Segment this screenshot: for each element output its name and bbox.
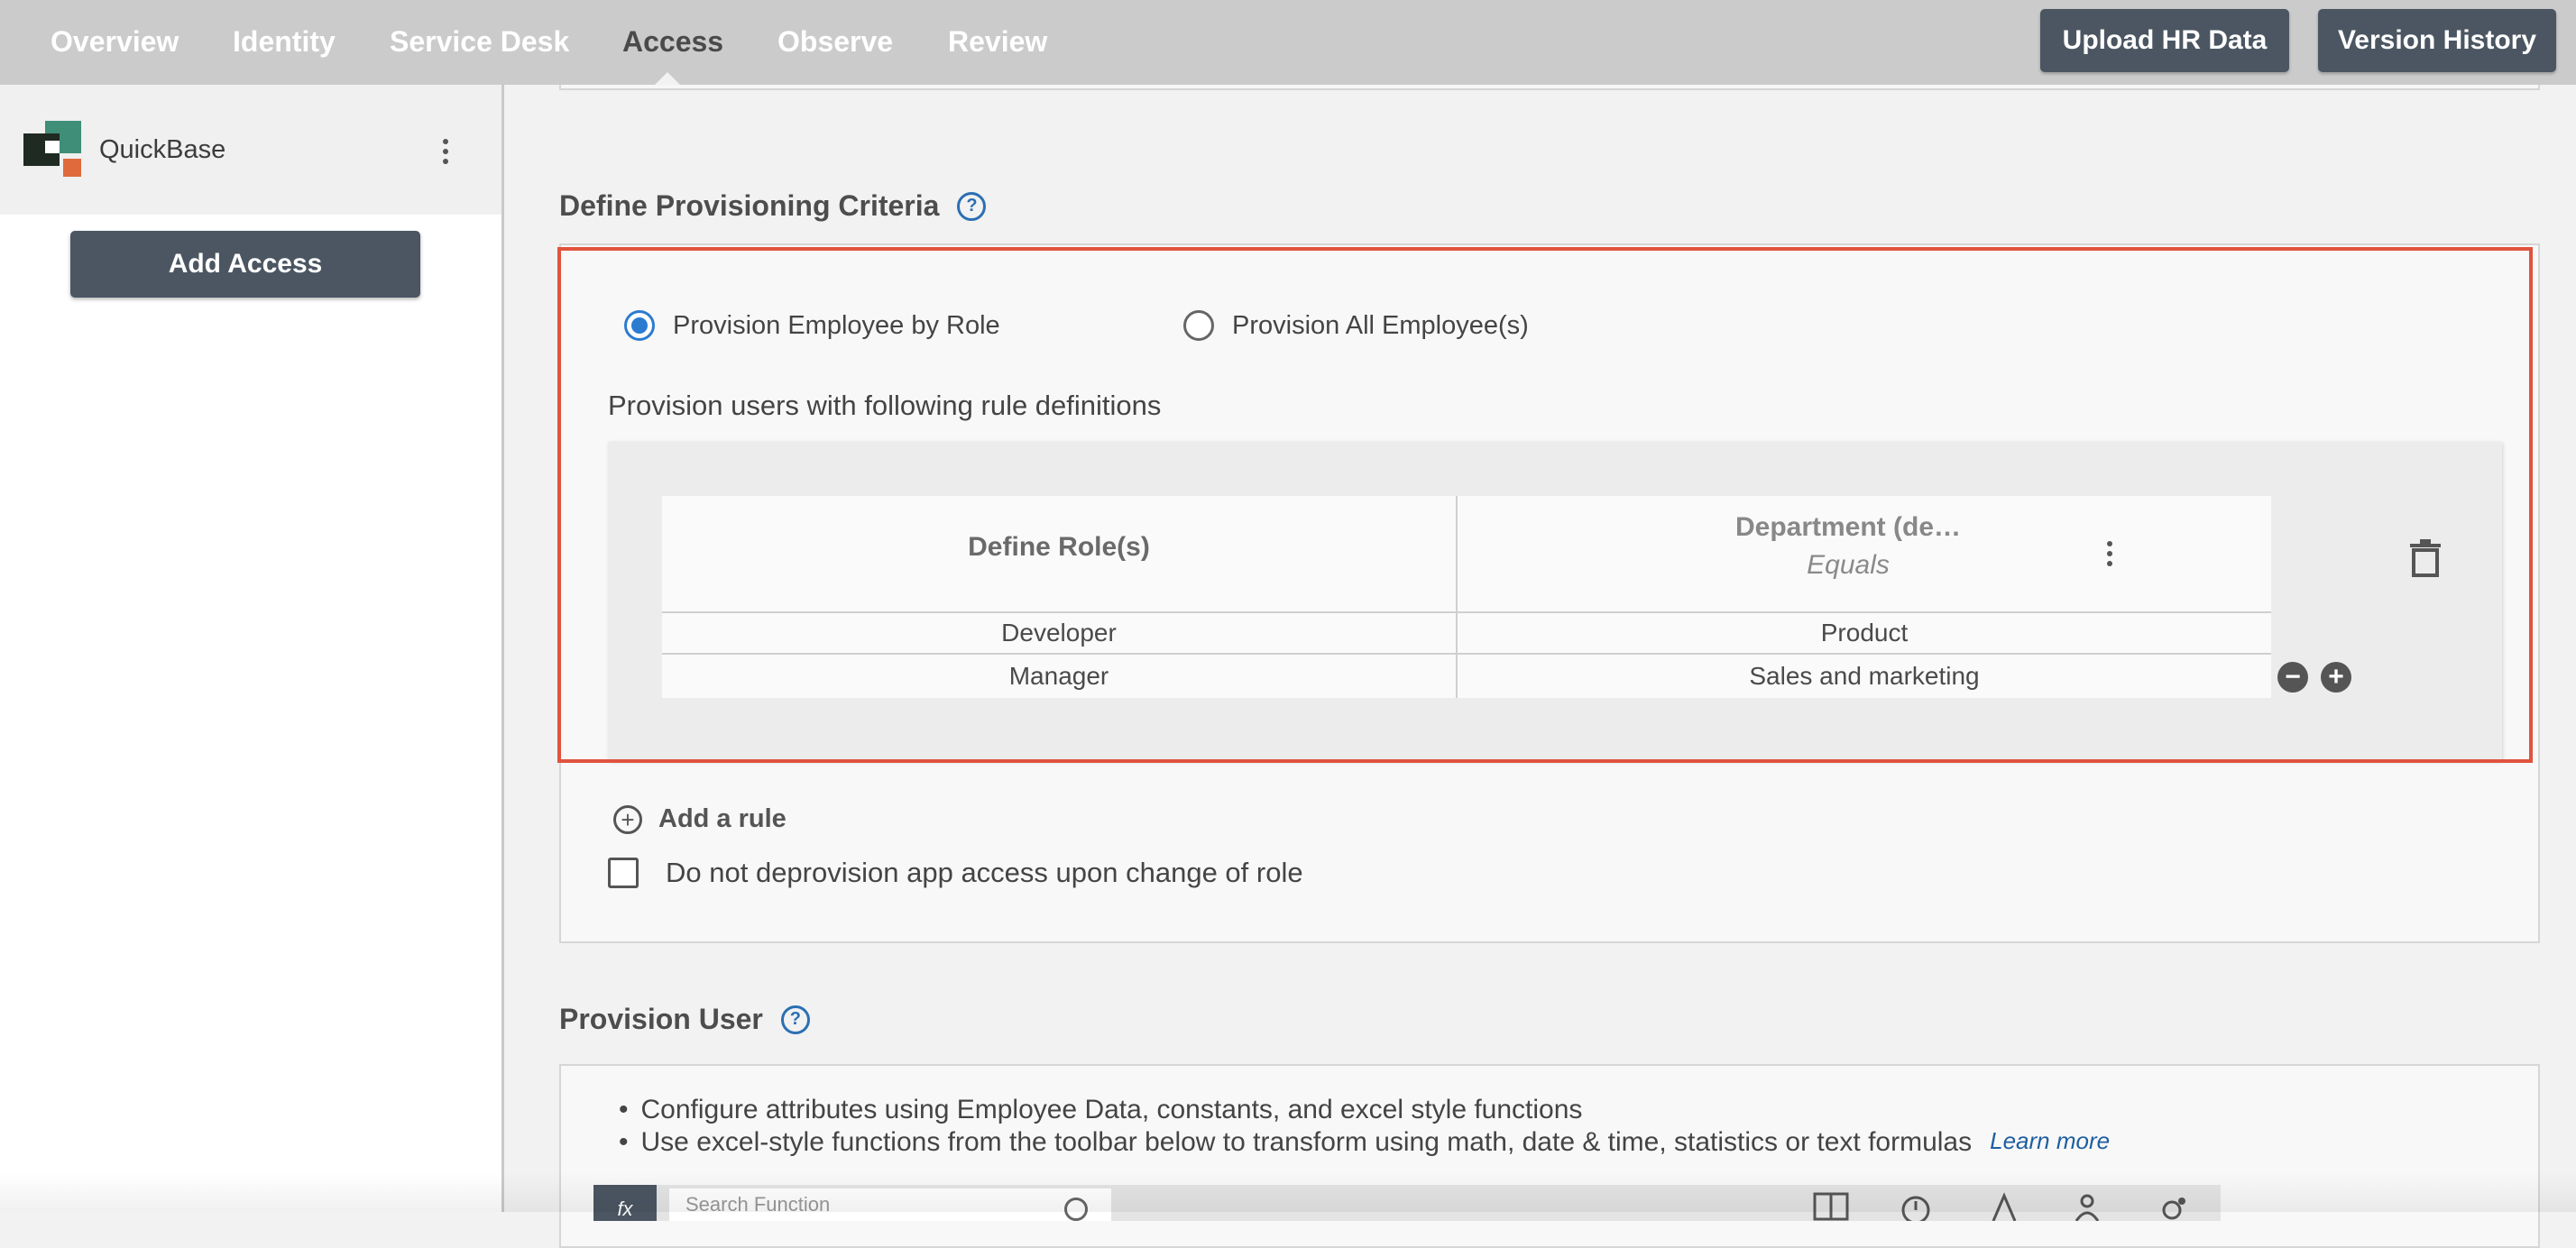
function-search-input[interactable]: Search Function: [669, 1188, 1111, 1221]
function-toolbar: fx Search Function: [593, 1185, 2221, 1221]
info-bullet-2-text: Use excel-style functions from the toolb…: [640, 1127, 1973, 1157]
attribute-operator: Equals: [1807, 550, 1890, 580]
column-options-icon[interactable]: [2107, 541, 2112, 566]
add-rule-button[interactable]: + Add a rule: [613, 804, 787, 834]
row-1-role[interactable]: Developer: [662, 619, 1456, 647]
app-header: QuickBase: [0, 85, 501, 215]
radio-button-selected[interactable]: [624, 310, 655, 341]
rule-definitions-heading: Provision users with following rule defi…: [608, 390, 1162, 421]
row-divider: [662, 611, 2271, 613]
row-1-value[interactable]: Product: [1458, 619, 2271, 647]
learn-more-link[interactable]: Learn more: [1990, 1127, 2110, 1158]
radio-provision-by-role-label: Provision Employee by Role: [673, 310, 1000, 340]
tab-service-desk[interactable]: Service Desk: [390, 25, 569, 59]
remove-row-icon[interactable]: −: [2277, 662, 2308, 693]
row-2-value[interactable]: Sales and marketing: [1458, 662, 2271, 691]
math-functions-icon[interactable]: [1813, 1192, 1849, 1221]
add-circle-icon: +: [613, 804, 642, 834]
row-divider: [662, 653, 2271, 655]
sidebar: QuickBase Add Access: [0, 85, 504, 1212]
add-rule-label: Add a rule: [658, 804, 787, 833]
user-attribute-icon[interactable]: [2069, 1192, 2105, 1221]
active-tab-indicator: [655, 72, 680, 85]
criteria-help-icon[interactable]: ?: [957, 191, 987, 221]
rule-table: Define Role(s) Department (de… Equals De…: [662, 496, 2271, 698]
radio-provision-all[interactable]: Provision All Employee(s): [1183, 310, 1529, 341]
role-column-header: Define Role(s): [968, 532, 1150, 562]
info-bullet-1: • Configure attributes using Employee Dat…: [619, 1095, 1583, 1124]
tab-review[interactable]: Review: [948, 25, 1047, 59]
previous-card-edge: [559, 85, 2540, 90]
radio-button-unselected[interactable]: [1183, 310, 1214, 341]
deprovision-checkbox-label: Do not deprovision app access upon chang…: [666, 857, 1303, 888]
tab-access[interactable]: Access: [622, 25, 723, 59]
app-more-menu-icon[interactable]: [443, 139, 448, 164]
attribute-column-header[interactable]: Department (de…: [1458, 512, 2239, 543]
add-row-icon[interactable]: +: [2321, 662, 2351, 693]
info-bullet-1-text: Configure attributes using Employee Data…: [640, 1095, 1583, 1124]
upload-hr-data-button[interactable]: Upload HR Data: [2040, 9, 2289, 72]
version-history-button[interactable]: Version History: [2318, 9, 2556, 72]
delete-rule-icon[interactable]: [2410, 539, 2441, 577]
text-functions-icon[interactable]: [1986, 1192, 2022, 1221]
deprovision-checkbox-row[interactable]: Do not deprovision app access upon chang…: [608, 857, 1303, 889]
criteria-section-title: Define Provisioning Criteria ?: [559, 189, 987, 223]
provision-user-title-text: Provision User: [559, 1003, 763, 1035]
top-nav: Overview Identity Service Desk Access Ob…: [0, 0, 2576, 85]
deprovision-checkbox[interactable]: [608, 858, 639, 888]
tab-identity[interactable]: Identity: [233, 25, 336, 59]
settings-gear-icon[interactable]: [2154, 1192, 2190, 1221]
radio-provision-all-label: Provision All Employee(s): [1232, 310, 1529, 340]
fx-button[interactable]: fx: [593, 1185, 657, 1221]
tab-observe[interactable]: Observe: [777, 25, 893, 59]
provision-user-help-icon[interactable]: ?: [780, 1005, 810, 1034]
provision-user-title: Provision User ?: [559, 1003, 810, 1036]
clock-icon[interactable]: [1898, 1192, 1934, 1221]
info-bullet-2: • Use excel-style functions from the tool…: [619, 1127, 2111, 1158]
quickbase-logo: [23, 121, 81, 177]
app-name: QuickBase: [99, 135, 226, 164]
search-icon[interactable]: [1064, 1198, 1088, 1221]
criteria-title-text: Define Provisioning Criteria: [559, 189, 940, 222]
add-access-button[interactable]: Add Access: [70, 231, 420, 298]
radio-provision-by-role[interactable]: Provision Employee by Role: [624, 310, 1000, 341]
row-2-role[interactable]: Manager: [662, 662, 1456, 691]
tab-overview[interactable]: Overview: [51, 25, 179, 59]
